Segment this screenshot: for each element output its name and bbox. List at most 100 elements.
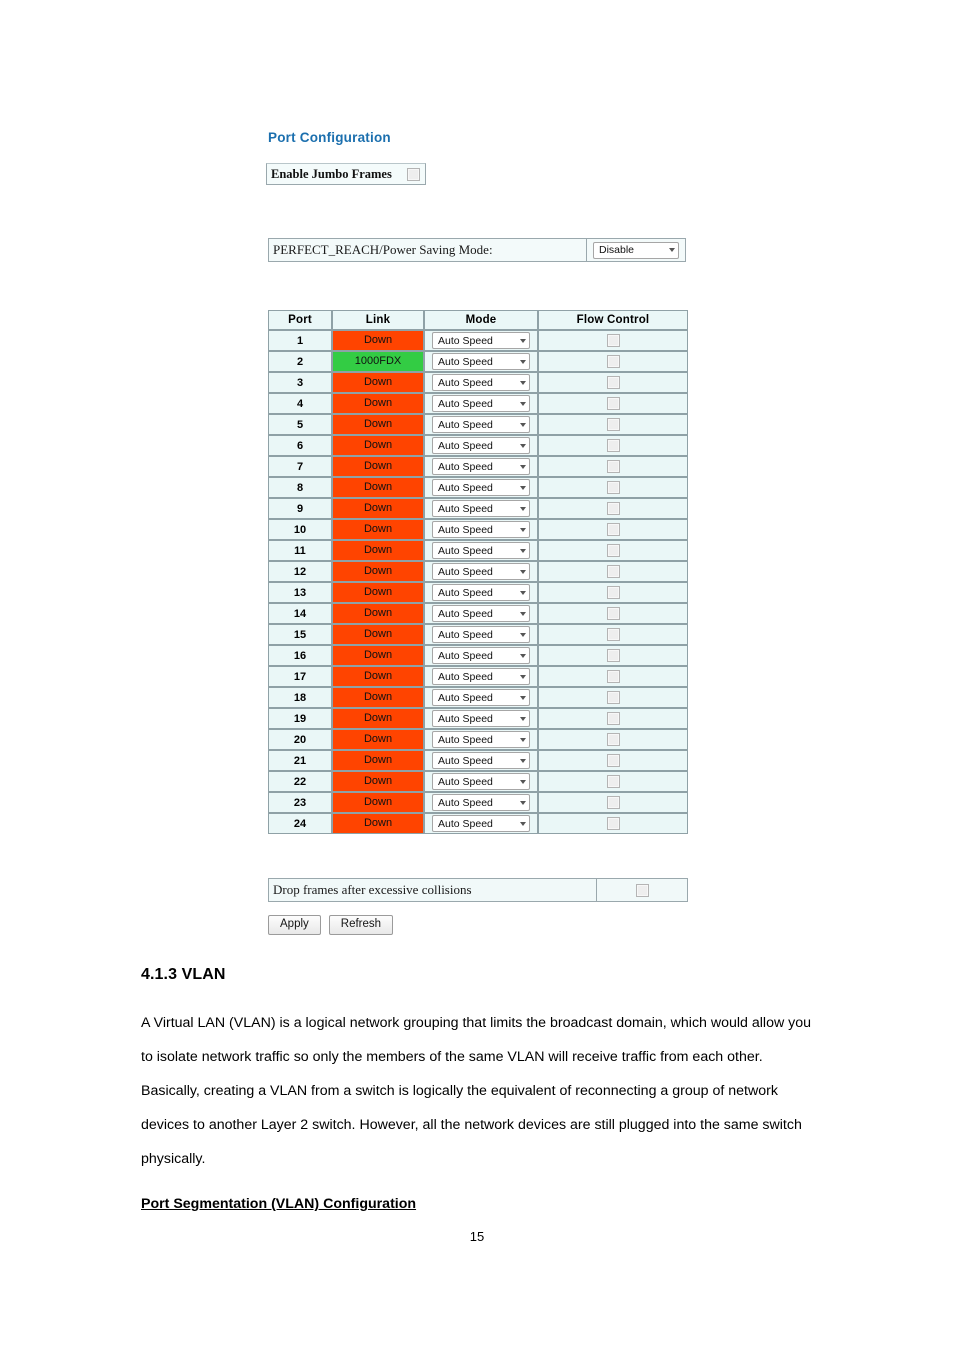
cell-mode: Auto Speed xyxy=(424,750,538,771)
flow-control-checkbox[interactable] xyxy=(606,607,620,620)
power-saving-mode-label-cell: PERFECT_REACH/Power Saving Mode: xyxy=(268,238,586,262)
flow-control-checkbox[interactable] xyxy=(606,460,620,473)
mode-select[interactable]: Auto Speed xyxy=(432,752,530,769)
mode-select[interactable]: Auto Speed xyxy=(432,584,530,601)
chevron-down-icon xyxy=(520,485,526,490)
flow-control-checkbox[interactable] xyxy=(606,418,620,431)
mode-select[interactable]: Auto Speed xyxy=(432,668,530,685)
cell-port: 16 xyxy=(268,645,332,666)
cell-link: Down xyxy=(332,708,424,729)
mode-select[interactable]: Auto Speed xyxy=(432,731,530,748)
flow-control-checkbox[interactable] xyxy=(606,586,620,599)
mode-select[interactable]: Auto Speed xyxy=(432,395,530,412)
cell-port: 12 xyxy=(268,561,332,582)
flow-control-checkbox[interactable] xyxy=(606,733,620,746)
cell-mode: Auto Speed xyxy=(424,540,538,561)
flow-control-checkbox[interactable] xyxy=(606,334,620,347)
page-number: 15 xyxy=(469,1229,485,1244)
mode-select[interactable]: Auto Speed xyxy=(432,710,530,727)
link-status-badge: 1000FDX xyxy=(333,352,423,371)
mode-select[interactable]: Auto Speed xyxy=(432,647,530,664)
flow-control-checkbox[interactable] xyxy=(606,649,620,662)
flow-control-checkbox[interactable] xyxy=(606,397,620,410)
power-saving-mode-value: Disable xyxy=(599,244,635,256)
mode-select[interactable]: Auto Speed xyxy=(432,542,530,559)
flow-control-checkbox[interactable] xyxy=(606,481,620,494)
mode-select[interactable]: Auto Speed xyxy=(432,563,530,580)
table-row: 19 Down Auto Speed xyxy=(268,708,688,729)
flow-control-checkbox[interactable] xyxy=(606,817,620,830)
cell-flow-control xyxy=(538,498,688,519)
link-status-badge: Down xyxy=(333,772,423,791)
flow-control-checkbox[interactable] xyxy=(606,796,620,809)
enable-jumbo-frames-checkbox[interactable] xyxy=(407,167,420,181)
cell-mode: Auto Speed xyxy=(424,372,538,393)
mode-select-value: Auto Speed xyxy=(438,712,493,725)
mode-select[interactable]: Auto Speed xyxy=(432,332,530,349)
cell-link: Down xyxy=(332,582,424,603)
mode-select[interactable]: Auto Speed xyxy=(432,374,530,391)
power-saving-mode-select[interactable]: Disable xyxy=(593,241,679,259)
flow-control-checkbox[interactable] xyxy=(606,754,620,767)
table-row: 15 Down Auto Speed xyxy=(268,624,688,645)
mode-select[interactable]: Auto Speed xyxy=(432,416,530,433)
cell-mode: Auto Speed xyxy=(424,330,538,351)
mode-select[interactable]: Auto Speed xyxy=(432,353,530,370)
mode-select[interactable]: Auto Speed xyxy=(432,521,530,538)
cell-flow-control xyxy=(538,330,688,351)
enable-jumbo-frames-label: Enable Jumbo Frames xyxy=(271,166,392,181)
flow-control-checkbox[interactable] xyxy=(606,628,620,641)
mode-select[interactable]: Auto Speed xyxy=(432,626,530,643)
table-row: 13 Down Auto Speed xyxy=(268,582,688,603)
mode-select[interactable]: Auto Speed xyxy=(432,689,530,706)
mode-select[interactable]: Auto Speed xyxy=(432,773,530,790)
mode-select[interactable]: Auto Speed xyxy=(432,605,530,622)
cell-mode: Auto Speed xyxy=(424,477,538,498)
flow-control-checkbox[interactable] xyxy=(606,355,620,368)
drop-frames-checkbox[interactable] xyxy=(635,883,649,897)
mode-select[interactable]: Auto Speed xyxy=(432,815,530,832)
cell-link: Down xyxy=(332,372,424,393)
mode-select-value: Auto Speed xyxy=(438,817,493,830)
mode-select-value: Auto Speed xyxy=(438,691,493,704)
drop-frames-label-cell: Drop frames after excessive collisions xyxy=(268,878,596,902)
flow-control-checkbox[interactable] xyxy=(606,523,620,536)
mode-select[interactable]: Auto Speed xyxy=(432,437,530,454)
mode-select-value: Auto Speed xyxy=(438,418,493,431)
table-header-row: Port Link Mode Flow Control xyxy=(268,310,688,330)
refresh-button[interactable]: Refresh xyxy=(328,915,394,935)
chevron-down-icon xyxy=(520,422,526,427)
link-status-badge: Down xyxy=(333,331,423,350)
document-body: 4.1.3 VLAN A Virtual LAN (VLAN) is a log… xyxy=(141,966,813,1212)
cell-link: Down xyxy=(332,729,424,750)
flow-control-checkbox[interactable] xyxy=(606,544,620,557)
link-status-badge: Down xyxy=(333,415,423,434)
flow-control-checkbox[interactable] xyxy=(606,439,620,452)
cell-link: Down xyxy=(332,435,424,456)
table-row: 10 Down Auto Speed xyxy=(268,519,688,540)
section-heading: 4.1.3 VLAN xyxy=(141,966,226,983)
cell-flow-control xyxy=(538,414,688,435)
cell-link: Down xyxy=(332,792,424,813)
chevron-down-icon xyxy=(520,611,526,616)
apply-button[interactable]: Apply xyxy=(268,915,321,935)
cell-flow-control xyxy=(538,351,688,372)
cell-link: Down xyxy=(332,393,424,414)
flow-control-checkbox[interactable] xyxy=(606,712,620,725)
table-row: 4 Down Auto Speed xyxy=(268,393,688,414)
mode-select[interactable]: Auto Speed xyxy=(432,500,530,517)
mode-select[interactable]: Auto Speed xyxy=(432,794,530,811)
cell-link: Down xyxy=(332,414,424,435)
mode-select[interactable]: Auto Speed xyxy=(432,479,530,496)
cell-link: Down xyxy=(332,813,424,834)
link-status-badge: Down xyxy=(333,667,423,686)
flow-control-checkbox[interactable] xyxy=(606,691,620,704)
flow-control-checkbox[interactable] xyxy=(606,502,620,515)
cell-mode: Auto Speed xyxy=(424,561,538,582)
flow-control-checkbox[interactable] xyxy=(606,775,620,788)
flow-control-checkbox[interactable] xyxy=(606,376,620,389)
mode-select[interactable]: Auto Speed xyxy=(432,458,530,475)
flow-control-checkbox[interactable] xyxy=(606,670,620,683)
cell-link: Down xyxy=(332,645,424,666)
flow-control-checkbox[interactable] xyxy=(606,565,620,578)
